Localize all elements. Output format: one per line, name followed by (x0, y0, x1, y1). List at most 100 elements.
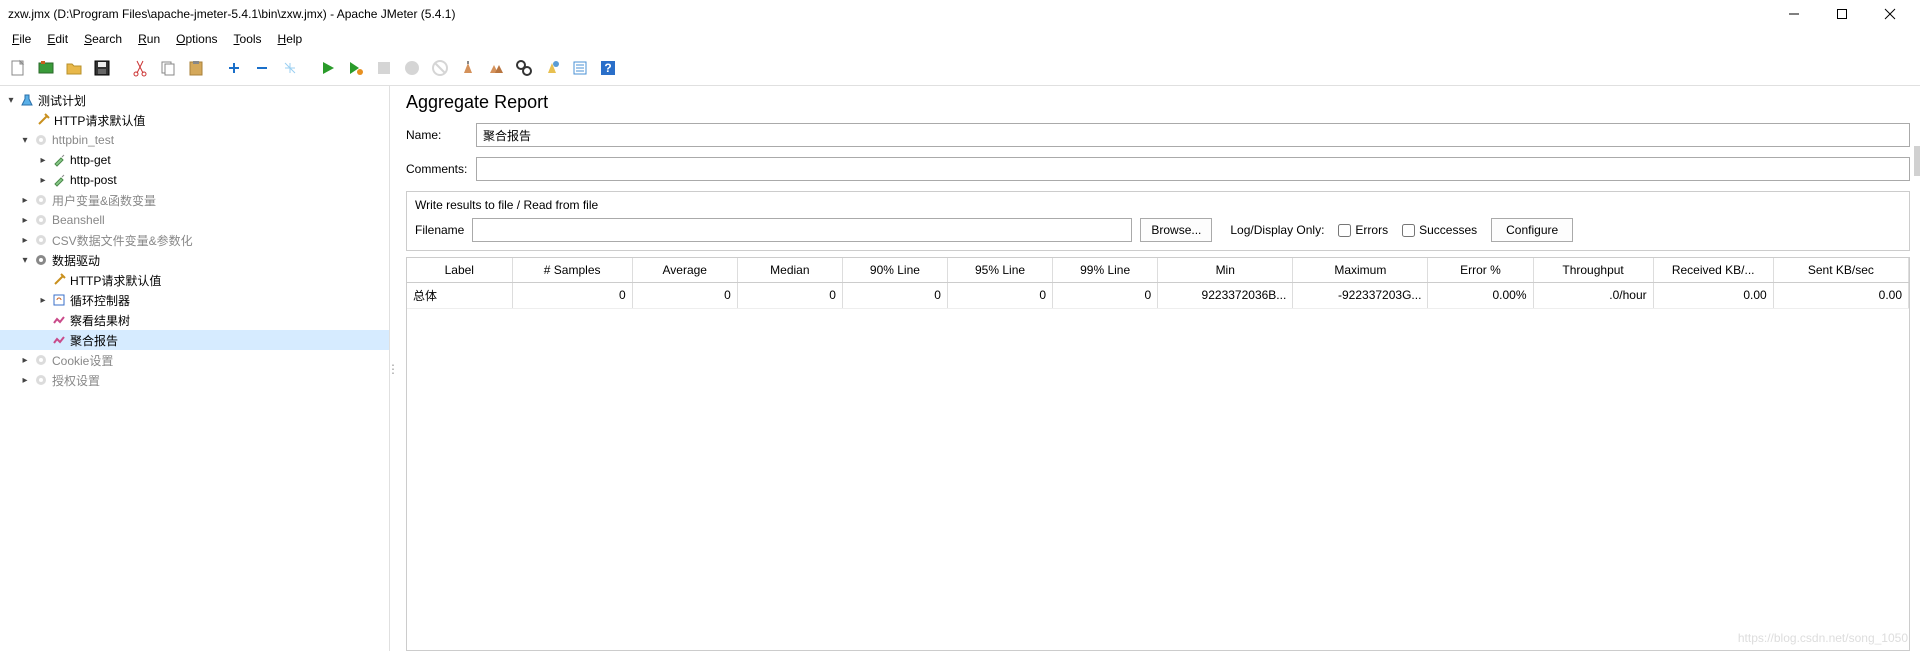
browse-button[interactable]: Browse... (1140, 218, 1212, 242)
th-recv[interactable]: Received KB/... (1653, 258, 1773, 282)
remote-stop-icon[interactable] (428, 56, 452, 80)
pipette-icon (50, 172, 68, 188)
configure-button[interactable]: Configure (1491, 218, 1573, 242)
help-icon[interactable]: ? (596, 56, 620, 80)
tree-node-dd-http-defaults[interactable]: HTTP请求默认值 (0, 270, 389, 290)
tree-label: HTTP请求默认值 (70, 272, 161, 289)
comments-row: Comments: (406, 157, 1910, 181)
table-row[interactable]: 总体 0 0 0 0 0 0 9223372036B... -922337203… (407, 282, 1909, 308)
tree-node-auth[interactable]: ▸ 授权设置 (0, 370, 389, 390)
log-display-label: Log/Display Only: (1230, 223, 1324, 237)
twisty-icon[interactable]: ▸ (36, 155, 50, 166)
tree-node-http-get[interactable]: ▸ http-get (0, 150, 389, 170)
pipette-icon (50, 152, 68, 168)
name-input[interactable] (476, 123, 1910, 147)
file-section: Write results to file / Read from file F… (406, 191, 1910, 251)
successes-checkbox[interactable]: Successes (1402, 223, 1477, 237)
toggle-icon[interactable] (278, 56, 302, 80)
tree-node-http-defaults[interactable]: HTTP请求默认值 (0, 110, 389, 130)
twisty-icon[interactable]: ▸ (18, 195, 32, 206)
tree-panel: ▾ 测试计划 HTTP请求默认值 ▾ httpbin_test ▸ http-g… (0, 86, 390, 651)
cell-recv: 0.00 (1653, 282, 1773, 308)
twisty-icon[interactable]: ▾ (4, 95, 18, 106)
expand-icon[interactable] (222, 56, 246, 80)
paste-icon[interactable] (184, 56, 208, 80)
start-icon[interactable] (316, 56, 340, 80)
gear-icon (32, 372, 50, 388)
templates-icon[interactable] (34, 56, 58, 80)
gear-icon (32, 232, 50, 248)
twisty-icon[interactable]: ▾ (18, 135, 32, 146)
th-99line[interactable]: 99% Line (1053, 258, 1158, 282)
tree-node-csv[interactable]: ▸ CSV数据文件变量&参数化 (0, 230, 389, 250)
tree-node-data-driven[interactable]: ▾ 数据驱动 (0, 250, 389, 270)
menubar: File Edit Search Run Options Tools Help (0, 28, 1920, 50)
menu-edit[interactable]: Edit (41, 30, 74, 48)
tree-label: Cookie设置 (52, 352, 113, 369)
results-table[interactable]: Label # Samples Average Median 90% Line … (406, 257, 1910, 651)
errors-checkbox[interactable]: Errors (1338, 223, 1388, 237)
copy-icon[interactable] (156, 56, 180, 80)
maximize-button[interactable] (1828, 4, 1856, 24)
cut-icon[interactable] (128, 56, 152, 80)
menu-run[interactable]: Run (132, 30, 166, 48)
new-icon[interactable] (6, 56, 30, 80)
function-helper-icon[interactable] (568, 56, 592, 80)
th-median[interactable]: Median (737, 258, 842, 282)
open-icon[interactable] (62, 56, 86, 80)
th-90line[interactable]: 90% Line (842, 258, 947, 282)
th-average[interactable]: Average (632, 258, 737, 282)
th-min[interactable]: Min (1158, 258, 1293, 282)
tree-node-aggregate-report[interactable]: 聚合报告 (0, 330, 389, 350)
shutdown-icon[interactable] (400, 56, 424, 80)
twisty-icon[interactable]: ▸ (18, 355, 32, 366)
tree-node-httpbin[interactable]: ▾ httpbin_test (0, 130, 389, 150)
th-95line[interactable]: 95% Line (947, 258, 1052, 282)
menu-search[interactable]: Search (78, 30, 128, 48)
save-icon[interactable] (90, 56, 114, 80)
minimize-button[interactable] (1780, 4, 1808, 24)
th-samples[interactable]: # Samples (512, 258, 632, 282)
twisty-icon[interactable]: ▸ (36, 175, 50, 186)
stop-icon[interactable] (372, 56, 396, 80)
menu-options[interactable]: Options (170, 30, 223, 48)
right-handle[interactable] (1914, 146, 1920, 176)
twisty-icon[interactable]: ▸ (18, 215, 32, 226)
th-max[interactable]: Maximum (1293, 258, 1428, 282)
cell-error: 0.00% (1428, 282, 1533, 308)
twisty-icon[interactable]: ▸ (18, 235, 32, 246)
collapse-icon[interactable] (250, 56, 274, 80)
filename-input[interactable] (472, 218, 1132, 242)
file-row: Filename Browse... Log/Display Only: Err… (415, 218, 1901, 242)
tree-node-beanshell[interactable]: ▸ Beanshell (0, 210, 389, 230)
cell-samples: 0 (512, 282, 632, 308)
tree-node-cookie[interactable]: ▸ Cookie设置 (0, 350, 389, 370)
tree-node-testplan[interactable]: ▾ 测试计划 (0, 90, 389, 110)
tree-node-user-vars[interactable]: ▸ 用户变量&函数变量 (0, 190, 389, 210)
th-sent[interactable]: Sent KB/sec (1773, 258, 1908, 282)
window-title: zxw.jmx (D:\Program Files\apache-jmeter-… (8, 7, 1780, 21)
test-plan-tree[interactable]: ▾ 测试计划 HTTP请求默认值 ▾ httpbin_test ▸ http-g… (0, 86, 389, 394)
tree-node-http-post[interactable]: ▸ http-post (0, 170, 389, 190)
th-label[interactable]: Label (407, 258, 512, 282)
reset-search-icon[interactable] (540, 56, 564, 80)
th-throughput[interactable]: Throughput (1533, 258, 1653, 282)
menu-tools[interactable]: Tools (228, 30, 268, 48)
clear-all-icon[interactable] (484, 56, 508, 80)
menu-help[interactable]: Help (272, 30, 309, 48)
close-button[interactable] (1876, 4, 1904, 24)
twisty-icon[interactable]: ▾ (18, 255, 32, 266)
th-error[interactable]: Error % (1428, 258, 1533, 282)
start-no-pause-icon[interactable] (344, 56, 368, 80)
clear-icon[interactable] (456, 56, 480, 80)
tree-node-view-results[interactable]: 察看结果树 (0, 310, 389, 330)
twisty-icon[interactable]: ▸ (36, 295, 50, 306)
menu-file[interactable]: File (6, 30, 37, 48)
loop-icon (50, 292, 68, 308)
comments-input[interactable] (476, 157, 1910, 181)
twisty-icon[interactable]: ▸ (18, 375, 32, 386)
tree-label: CSV数据文件变量&参数化 (52, 232, 193, 249)
cell-sent: 0.00 (1773, 282, 1908, 308)
search-tree-icon[interactable] (512, 56, 536, 80)
tree-node-loop-ctrl[interactable]: ▸ 循环控制器 (0, 290, 389, 310)
